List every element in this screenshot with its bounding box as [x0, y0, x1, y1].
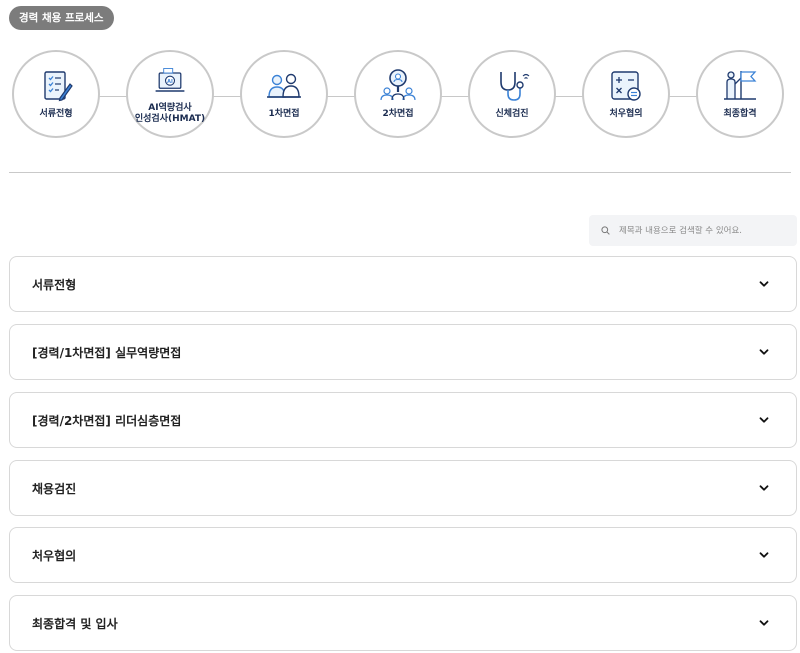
chevron-down-icon[interactable] [758, 549, 770, 561]
step-label: 서류전형 [39, 109, 73, 119]
step-label: 1차면접 [268, 109, 300, 119]
svg-text:AI: AI [167, 79, 173, 85]
accordion-title: 서류전형 [32, 277, 77, 292]
step-medical-check: 신체검진 [468, 50, 556, 138]
accordion-item-first-interview[interactable]: [경력/1차면접] 실무역량면접 [9, 324, 797, 380]
step-final-pass: 최종합격 [696, 50, 784, 138]
magnifier-people-icon [380, 69, 416, 101]
accordion-title: 처우협의 [32, 548, 77, 563]
accordion-title: 채용검진 [32, 481, 77, 496]
process-steps: 서류전형 AI AI역량검사 인성검사(HMAT) 1차면접 2차면접 신체검진… [12, 50, 788, 142]
accordion-title: [경력/1차면접] 실무역량면접 [32, 345, 182, 360]
accordion-item-medical-check[interactable]: 채용검진 [9, 460, 797, 516]
chevron-down-icon[interactable] [758, 278, 770, 290]
accordion-item-second-interview[interactable]: [경력/2차면접] 리더심층면접 [9, 392, 797, 448]
accordion-item-document-screening[interactable]: 서류전형 [9, 256, 797, 312]
chevron-down-icon[interactable] [758, 346, 770, 358]
accordion-item-compensation[interactable]: 처우협의 [9, 527, 797, 583]
accordion-title: [경력/2차면접] 리더심층면접 [32, 413, 182, 428]
step-ai-assessment: AI AI역량검사 인성검사(HMAT) [126, 50, 214, 138]
person-flag-icon [724, 71, 757, 100]
step-label: AI역량검사 인성검사(HMAT) [134, 103, 206, 124]
section-divider [9, 172, 791, 173]
step-second-interview: 2차면접 [354, 50, 442, 138]
accordion-item-final-pass[interactable]: 최종합격 및 입사 [9, 595, 797, 651]
search-input[interactable] [619, 225, 789, 236]
ai-laptop-icon: AI [155, 68, 185, 92]
search-icon [601, 226, 610, 235]
step-label: 처우협의 [609, 109, 643, 119]
chevron-down-icon[interactable] [758, 482, 770, 494]
process-badge: 경력 채용 프로세스 [9, 6, 114, 30]
two-people-icon [267, 73, 301, 98]
step-label: 최종합격 [723, 109, 757, 119]
step-label: 2차면접 [382, 109, 414, 119]
step-label: 신체검진 [495, 109, 529, 119]
step-compensation: 처우협의 [582, 50, 670, 138]
chevron-down-icon[interactable] [758, 617, 770, 629]
step-first-interview: 1차면접 [240, 50, 328, 138]
calculator-icon [611, 71, 641, 101]
document-pen-icon [44, 71, 73, 102]
step-document-screening: 서류전형 [12, 50, 100, 138]
chevron-down-icon[interactable] [758, 414, 770, 426]
stethoscope-icon [500, 72, 530, 101]
accordion-title: 최종합격 및 입사 [32, 616, 118, 631]
search-box[interactable] [589, 215, 797, 246]
